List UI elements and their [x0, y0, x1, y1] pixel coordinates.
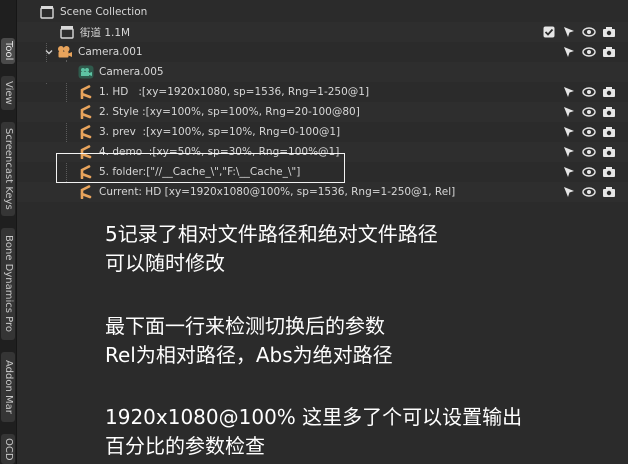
- marker-bone-icon: [78, 184, 94, 200]
- eye-icon[interactable]: [582, 185, 596, 199]
- outliner-row-camera-data[interactable]: Camera.005: [17, 62, 628, 82]
- marker-label: Current: HD [xy=1920x1080@100%, sp=1536,…: [99, 186, 456, 198]
- outliner-row-scene-collection[interactable]: Scene Collection: [17, 2, 628, 22]
- outliner-row-marker[interactable]: Current: HD [xy=1920x1080@100%, sp=1536,…: [17, 182, 628, 202]
- eye-icon[interactable]: [582, 145, 596, 159]
- highlight-box: [56, 153, 345, 183]
- marker-label: 1. HD :[xy=1920x1080, sp=1536, Rng=1-250…: [99, 86, 370, 98]
- marker-bone-icon: [78, 84, 94, 100]
- camera-render-icon[interactable]: [602, 105, 616, 119]
- camera-object-icon: [57, 44, 73, 60]
- marker-label: 3. prev :[xy=100%, sp=10%, Rng=0-100@1]: [99, 126, 341, 138]
- select-arrow-icon[interactable]: [562, 105, 576, 119]
- tab-tool[interactable]: Tool: [1, 38, 15, 64]
- camera-label: Camera.001: [78, 46, 143, 58]
- tab-view[interactable]: View: [1, 76, 15, 110]
- tab-addon-manager[interactable]: Addon Mar: [1, 352, 15, 422]
- tab-bone-dynamics-pro[interactable]: Bone Dynamics Pro: [1, 228, 15, 340]
- overlay-caption-line: 1920x1080@100% 这里多了个可以设置输出: [105, 405, 523, 429]
- outliner-row-marker[interactable]: 1. HD :[xy=1920x1080, sp=1536, Rng=1-250…: [17, 82, 628, 102]
- eye-icon[interactable]: [582, 105, 596, 119]
- marker-bone-icon: [78, 124, 94, 140]
- camera-render-icon[interactable]: [602, 145, 616, 159]
- select-arrow-icon[interactable]: [562, 125, 576, 139]
- select-arrow-icon[interactable]: [562, 165, 576, 179]
- overlay-caption-line: 百分比的参数检查: [105, 434, 265, 458]
- collection-label: 街道 1.1M: [80, 26, 131, 39]
- eye-icon[interactable]: [582, 45, 596, 59]
- camera-render-icon[interactable]: [602, 185, 616, 199]
- marker-bone-icon: [78, 104, 94, 120]
- eye-icon[interactable]: [582, 25, 596, 39]
- outliner-row-marker[interactable]: 3. prev :[xy=100%, sp=10%, Rng=0-100@1]: [17, 122, 628, 142]
- overlay-caption-line: Rel为相对路径，Abs为绝对路径: [105, 343, 393, 367]
- scene-collection-label: Scene Collection: [60, 6, 148, 18]
- camera-render-icon[interactable]: [602, 125, 616, 139]
- marker-label: 2. Style :[xy=100%, sp=100%, Rng=20-100@…: [99, 106, 360, 118]
- chevron-down-icon[interactable]: [43, 46, 55, 58]
- tab-screencast-keys[interactable]: Screencast Keys: [1, 122, 15, 216]
- sidebar-tabs: Tool View Screencast Keys Bone Dynamics …: [0, 0, 17, 464]
- eye-icon[interactable]: [582, 85, 596, 99]
- select-arrow-icon[interactable]: [562, 25, 576, 39]
- outliner: Scene Collection 街道 1.1M Camera.001 Came…: [17, 0, 628, 204]
- select-arrow-icon[interactable]: [562, 45, 576, 59]
- camera-render-icon[interactable]: [602, 45, 616, 59]
- select-arrow-icon[interactable]: [562, 145, 576, 159]
- outliner-row-collection[interactable]: 街道 1.1M: [17, 22, 628, 42]
- camera-data-label: Camera.005: [99, 66, 164, 78]
- tab-ocd[interactable]: OCD: [1, 434, 15, 464]
- select-arrow-icon[interactable]: [562, 85, 576, 99]
- camera-render-icon[interactable]: [602, 85, 616, 99]
- exclude-checkbox[interactable]: [542, 25, 556, 39]
- eye-icon[interactable]: [582, 165, 596, 179]
- outliner-row-camera[interactable]: Camera.001: [17, 42, 628, 62]
- overlay-caption-line: 5记录了相对文件路径和绝对文件路径: [105, 222, 438, 246]
- eye-icon[interactable]: [582, 125, 596, 139]
- select-arrow-icon[interactable]: [562, 185, 576, 199]
- collection-icon: [59, 24, 75, 40]
- overlay-caption-line: 最下面一行来检测切换后的参数: [105, 314, 385, 338]
- camera-data-icon: [78, 64, 94, 80]
- scene-collection-icon: [39, 4, 55, 20]
- overlay-caption-line: 可以随时修改: [105, 251, 225, 275]
- outliner-row-marker[interactable]: 2. Style :[xy=100%, sp=100%, Rng=20-100@…: [17, 102, 628, 122]
- camera-render-icon[interactable]: [602, 25, 616, 39]
- camera-render-icon[interactable]: [602, 165, 616, 179]
